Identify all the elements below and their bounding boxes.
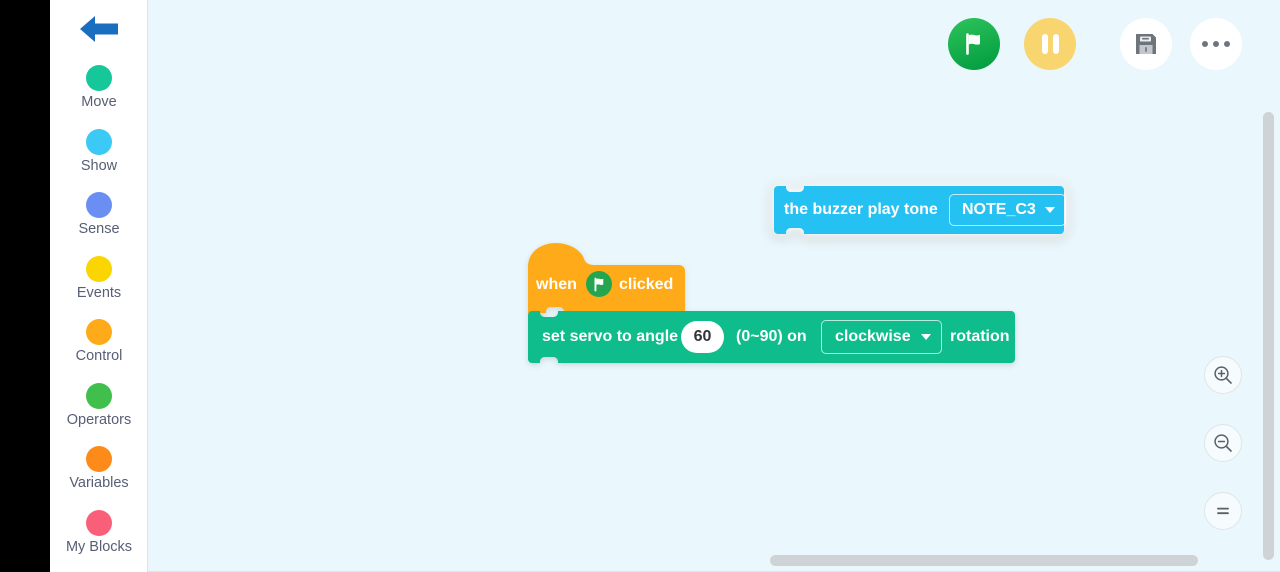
sidebar-item-label: My Blocks (65, 538, 133, 555)
category-sidebar: Move Show Sense Events Control Operators (50, 0, 148, 572)
servo-label-suffix: rotation (950, 328, 1010, 345)
sidebar-item-show[interactable]: Show (50, 122, 147, 186)
category-dot-operators (86, 382, 112, 409)
sidebar-item-label: Control (75, 348, 123, 364)
servo-angle-value: 60 (693, 328, 712, 345)
category-dot-sense (86, 192, 112, 218)
servo-range-hint: (0~90) on (736, 328, 807, 345)
hat-label-when: when (536, 276, 577, 293)
sidebar-item-events[interactable]: Events (50, 249, 147, 313)
zoom-out-icon (1214, 434, 1232, 452)
note-dropdown-value: NOTE_C3 (962, 201, 1036, 218)
green-flag-icon (586, 271, 612, 297)
servo-direction-value: clockwise (835, 328, 911, 345)
sidebar-item-sense[interactable]: Sense (50, 185, 147, 249)
servo-direction-dropdown[interactable]: clockwise (821, 320, 942, 354)
category-list: Move Show Sense Events Control Operators (50, 58, 147, 567)
category-dot-variables (86, 446, 112, 472)
sidebar-item-operators[interactable]: Operators (50, 376, 147, 440)
horizontal-scrollbar-thumb[interactable] (770, 555, 1198, 566)
category-dot-control (86, 319, 112, 345)
back-arrow-icon (80, 16, 118, 42)
zoom-controls (1204, 356, 1242, 530)
zoom-out-button[interactable] (1204, 424, 1242, 462)
app-root: Move Show Sense Events Control Operators (0, 0, 1280, 572)
left-black-gutter (0, 0, 50, 572)
category-dot-events (86, 255, 112, 282)
sidebar-item-label: Events (76, 284, 122, 301)
flag-glyph (594, 277, 603, 291)
vertical-scrollbar[interactable] (1263, 0, 1274, 560)
servo-label-prefix: set servo to angle (542, 328, 679, 345)
equals-icon (1217, 507, 1229, 515)
block-set-servo-angle[interactable]: set servo to angle 60 (0~90) on clockwis… (528, 311, 1015, 363)
block-when-flag-clicked[interactable]: when clicked (528, 243, 685, 313)
hat-label-clicked: clicked (619, 276, 674, 293)
sidebar-item-variables[interactable]: Variables (50, 439, 147, 503)
vertical-scrollbar-thumb[interactable] (1263, 112, 1274, 560)
sidebar-item-label: Variables (69, 475, 129, 491)
category-dot-my-blocks (86, 509, 112, 536)
back-button[interactable] (50, 8, 147, 50)
chevron-down-icon (1044, 207, 1055, 213)
blocks-canvas[interactable]: the buzzer play tone NOTE_C3 when clicke… (148, 0, 1280, 572)
category-dot-move (86, 65, 112, 91)
block-stack-main[interactable]: when clicked set servo to angle 60 (0~90… (528, 243, 1015, 363)
sidebar-item-label: Operators (66, 411, 132, 428)
sidebar-item-control[interactable]: Control (50, 312, 147, 376)
chevron-down-icon (920, 334, 931, 340)
category-dot-show (86, 128, 112, 155)
zoom-in-button[interactable] (1204, 356, 1242, 394)
sidebar-item-label: Move (81, 94, 117, 110)
note-dropdown[interactable]: NOTE_C3 (949, 194, 1066, 226)
zoom-reset-button[interactable] (1204, 492, 1242, 530)
block-buzzer-play-tone[interactable]: the buzzer play tone NOTE_C3 (770, 186, 1066, 234)
sidebar-item-my-blocks[interactable]: My Blocks (50, 503, 147, 567)
buzzer-block-label: the buzzer play tone (784, 201, 938, 218)
sidebar-item-label: Show (80, 157, 118, 174)
horizontal-scrollbar[interactable] (148, 555, 1280, 566)
block-workspace[interactable]: the buzzer play tone NOTE_C3 when clicke… (148, 0, 1280, 572)
sidebar-item-move[interactable]: Move (50, 58, 147, 122)
servo-angle-input[interactable]: 60 (681, 321, 724, 353)
zoom-in-icon (1214, 366, 1232, 384)
sidebar-item-label: Sense (78, 221, 120, 237)
